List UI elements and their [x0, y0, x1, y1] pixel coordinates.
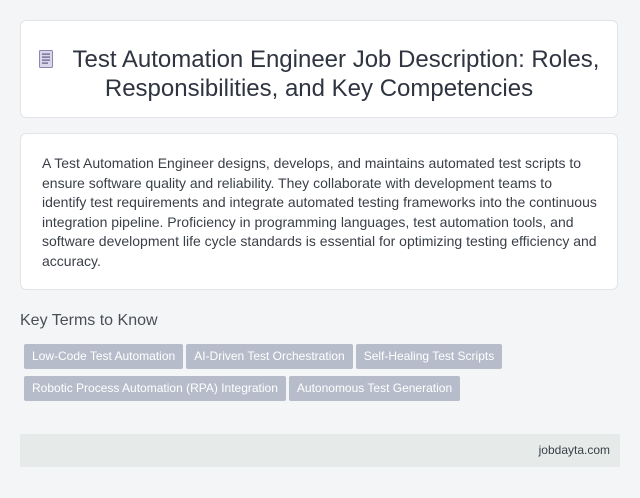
tag-ai-driven-test-orchestration[interactable]: AI-Driven Test Orchestration	[186, 344, 353, 369]
document-icon	[38, 50, 53, 68]
title-card: Test Automation Engineer Job Description…	[20, 20, 618, 118]
key-terms-heading: Key Terms to Know	[20, 312, 158, 329]
key-terms-tags: Low-Code Test Automation AI-Driven Test O…	[24, 344, 524, 408]
footer: jobdayta.com	[20, 434, 620, 467]
page-title: Test Automation Engineer Job Description…	[21, 21, 617, 103]
description-card: A Test Automation Engineer designs, deve…	[20, 133, 618, 290]
footer-site-link[interactable]: jobdayta.com	[539, 443, 610, 457]
description-text: A Test Automation Engineer designs, deve…	[42, 155, 597, 269]
page-title-text: Test Automation Engineer Job Description…	[72, 46, 600, 102]
tag-rpa-integration[interactable]: Robotic Process Automation (RPA) Integra…	[24, 376, 286, 401]
tag-autonomous-test-generation[interactable]: Autonomous Test Generation	[288, 376, 461, 401]
tag-low-code-test-automation[interactable]: Low-Code Test Automation	[24, 344, 184, 369]
tag-self-healing-test-scripts[interactable]: Self-Healing Test Scripts	[355, 344, 503, 369]
